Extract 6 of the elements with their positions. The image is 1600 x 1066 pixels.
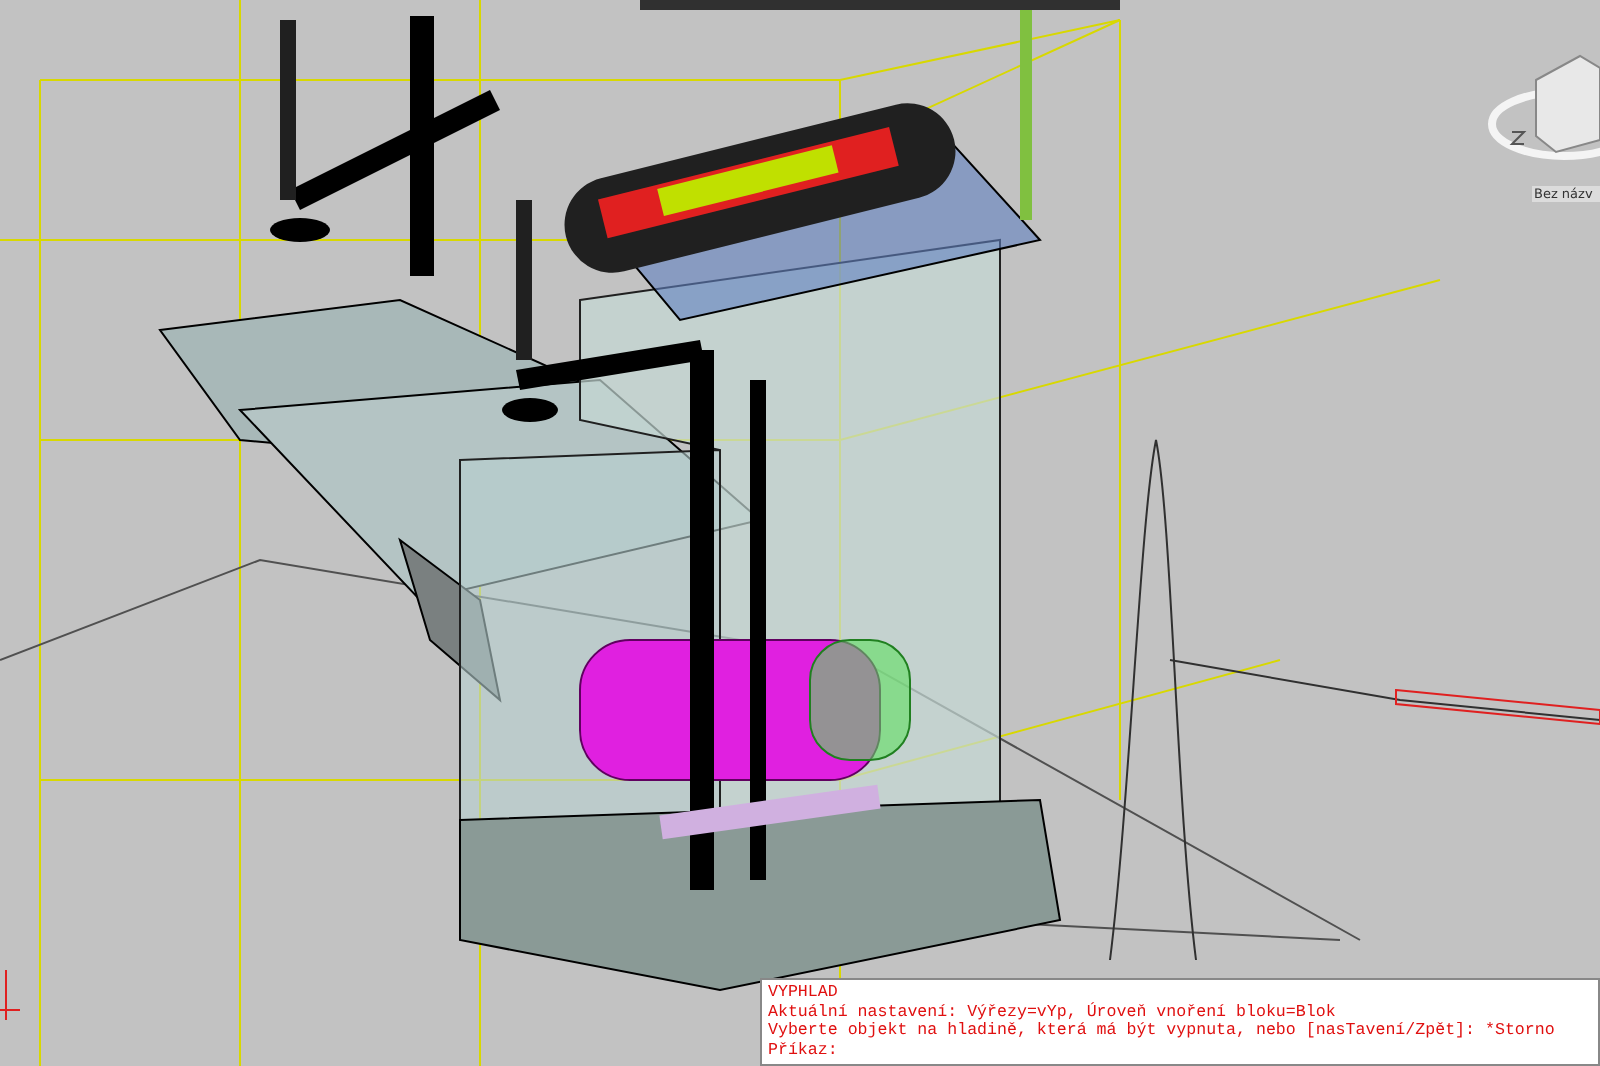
command-line-text: Vyberte objekt na hladině, která má být vypnuta, nebo [nasTavení/Zpět]: *Storno (768, 1022, 1557, 1042)
command-line-text: Příkaz: (768, 1041, 840, 1060)
command-line-text: Aktuální nastavení: Výřezy=vYp, Úroveň vnoření bloku=Blok (768, 1003, 1338, 1022)
command-line-text: VYPHLAD (768, 984, 840, 1004)
viewcube-icon (1488, 54, 1600, 160)
axis-icon (0, 969, 21, 1021)
